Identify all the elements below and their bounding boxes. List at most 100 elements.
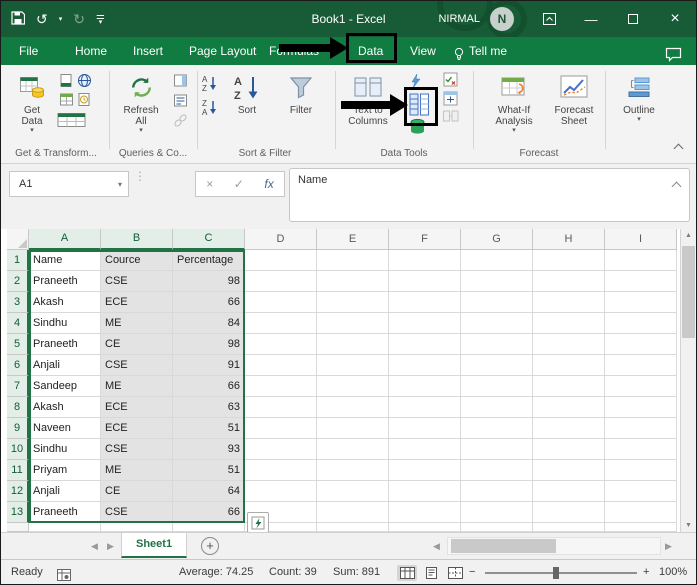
manage-data-model-icon[interactable] — [409, 118, 426, 135]
cell-I11[interactable] — [605, 460, 677, 481]
formula-input[interactable]: Name — [289, 168, 690, 222]
cell-D12[interactable] — [245, 481, 317, 502]
cell-G10[interactable] — [461, 439, 533, 460]
cell-B7[interactable]: ME — [101, 376, 173, 397]
cell-F6[interactable] — [389, 355, 461, 376]
expand-formula-bar-icon[interactable] — [671, 181, 682, 193]
cell-F4[interactable] — [389, 313, 461, 334]
filter-button[interactable]: Filter — [277, 69, 325, 147]
cell-I9[interactable] — [605, 418, 677, 439]
row-header-3[interactable]: 3 — [7, 292, 29, 313]
cell-H13[interactable] — [533, 502, 605, 523]
cell-E2[interactable] — [317, 271, 389, 292]
column-header-C[interactable]: C — [173, 229, 245, 250]
maximize-button[interactable] — [612, 1, 654, 37]
row-header-5[interactable]: 5 — [7, 334, 29, 355]
scroll-down-icon[interactable]: ▼ — [681, 522, 696, 529]
cell-A2[interactable]: Praneeth — [29, 271, 101, 292]
insert-function-icon[interactable]: fx — [264, 177, 273, 191]
cell-A9[interactable]: Naveen — [29, 418, 101, 439]
cell-A6[interactable]: Anjali — [29, 355, 101, 376]
row-header-8[interactable]: 8 — [7, 397, 29, 418]
cell-D7[interactable] — [245, 376, 317, 397]
cell-I1[interactable] — [605, 250, 677, 271]
cell-E7[interactable] — [317, 376, 389, 397]
sort-button[interactable]: AZ Sort — [225, 69, 269, 147]
cell-A4[interactable]: Sindhu — [29, 313, 101, 334]
zoom-slider[interactable] — [485, 572, 637, 574]
cell-D6[interactable] — [245, 355, 317, 376]
cell-D5[interactable] — [245, 334, 317, 355]
column-header-A[interactable]: A — [29, 229, 101, 250]
cell-E6[interactable] — [317, 355, 389, 376]
macro-record-icon[interactable] — [57, 566, 71, 584]
sheet-tab-sheet1[interactable]: Sheet1 — [121, 533, 188, 558]
cell-D3[interactable] — [245, 292, 317, 313]
hscroll-left-icon[interactable]: ◀ — [433, 533, 440, 559]
relationships-icon[interactable] — [443, 110, 459, 123]
quick-analysis-button[interactable] — [247, 512, 269, 532]
from-web-icon[interactable] — [77, 73, 92, 88]
zoom-out-icon[interactable]: − — [469, 560, 475, 584]
cell-C11[interactable]: 51 — [173, 460, 245, 481]
sort-descending-icon[interactable]: ZA — [201, 98, 218, 116]
data-validation-icon[interactable] — [443, 72, 459, 87]
cell-G12[interactable] — [461, 481, 533, 502]
cell-H3[interactable] — [533, 292, 605, 313]
cell-B13[interactable]: CSE — [101, 502, 173, 523]
cell-H5[interactable] — [533, 334, 605, 355]
hscroll-right-icon[interactable]: ▶ — [665, 533, 672, 559]
sort-ascending-icon[interactable]: AZ — [201, 74, 218, 92]
row-header-12[interactable]: 12 — [7, 481, 29, 502]
cell-G3[interactable] — [461, 292, 533, 313]
cell-C13[interactable]: 66 — [173, 502, 245, 523]
row-header-2[interactable]: 2 — [7, 271, 29, 292]
cell-I6[interactable] — [605, 355, 677, 376]
row-header-10[interactable]: 10 — [7, 439, 29, 460]
cell-A13[interactable]: Praneeth — [29, 502, 101, 523]
cell-B14[interactable] — [101, 523, 173, 532]
cell-C3[interactable]: 66 — [173, 292, 245, 313]
tell-me-box[interactable]: Tell me — [469, 37, 507, 65]
cell-A8[interactable]: Akash — [29, 397, 101, 418]
cell-C9[interactable]: 51 — [173, 418, 245, 439]
cell-G14[interactable] — [461, 523, 533, 532]
recent-sources-icon[interactable] — [77, 92, 92, 107]
text-to-columns-button[interactable]: Text to Columns — [339, 69, 397, 147]
consolidate-icon[interactable] — [443, 91, 459, 106]
cell-D9[interactable] — [245, 418, 317, 439]
cell-F5[interactable] — [389, 334, 461, 355]
cell-E5[interactable] — [317, 334, 389, 355]
column-header-H[interactable]: H — [533, 229, 605, 250]
name-box-dropdown-icon[interactable]: ▾ — [118, 181, 122, 189]
cell-E11[interactable] — [317, 460, 389, 481]
cell-F9[interactable] — [389, 418, 461, 439]
cell-I12[interactable] — [605, 481, 677, 502]
queries-connections-icon[interactable] — [173, 73, 188, 88]
cell-E13[interactable] — [317, 502, 389, 523]
cell-G13[interactable] — [461, 502, 533, 523]
cell-H10[interactable] — [533, 439, 605, 460]
cell-G6[interactable] — [461, 355, 533, 376]
row-header-1[interactable]: 1 — [7, 250, 29, 271]
name-box[interactable]: A1 ▾ — [9, 171, 129, 197]
normal-view-button[interactable] — [397, 565, 417, 581]
cell-E8[interactable] — [317, 397, 389, 418]
vertical-scrollbar[interactable]: ▲ ▼ — [680, 229, 696, 532]
zoom-slider-thumb[interactable] — [553, 567, 559, 579]
cell-F10[interactable] — [389, 439, 461, 460]
close-button[interactable]: × — [654, 1, 696, 37]
select-all-corner[interactable] — [7, 229, 29, 250]
cell-I4[interactable] — [605, 313, 677, 334]
enter-icon[interactable]: ✓ — [234, 177, 244, 191]
row-header-11[interactable]: 11 — [7, 460, 29, 481]
tab-page-layout[interactable]: Page Layout — [189, 37, 256, 65]
row-header-9[interactable]: 9 — [7, 418, 29, 439]
cell-F13[interactable] — [389, 502, 461, 523]
column-header-B[interactable]: B — [101, 229, 173, 250]
tab-view[interactable]: View — [410, 37, 436, 65]
cell-A11[interactable]: Priyam — [29, 460, 101, 481]
ribbon-display-options-button[interactable] — [528, 1, 570, 37]
cell-B11[interactable]: ME — [101, 460, 173, 481]
cell-D11[interactable] — [245, 460, 317, 481]
